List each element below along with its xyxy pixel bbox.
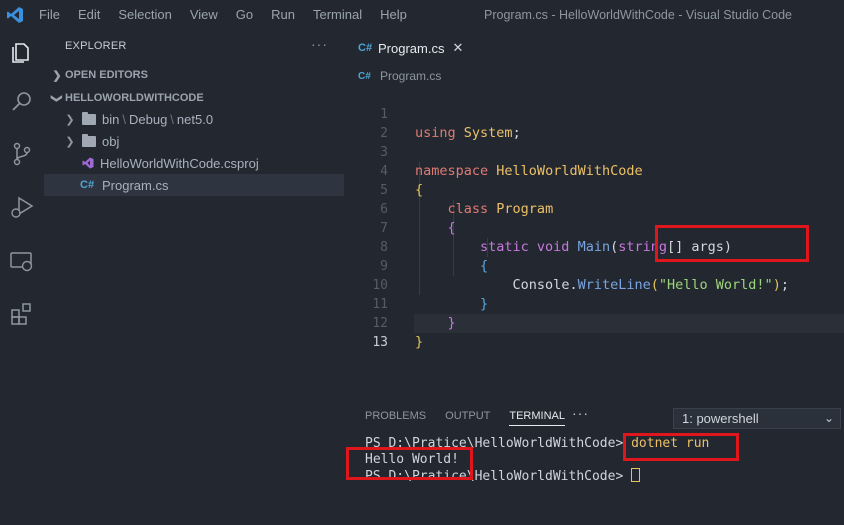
run-debug-icon[interactable] bbox=[8, 193, 36, 221]
code-line: 6 { bbox=[344, 181, 844, 236]
explorer-title: EXPLORER bbox=[65, 40, 127, 52]
code-line: 12 } bbox=[344, 295, 844, 350]
code-line: 1 using System; bbox=[344, 86, 844, 141]
close-icon[interactable]: ✕ bbox=[452, 40, 463, 56]
path-separator: \ bbox=[170, 111, 174, 127]
window-title: Program.cs - HelloWorldWithCode - Visual… bbox=[484, 8, 792, 22]
explorer-icon[interactable] bbox=[8, 38, 36, 66]
terminal-select[interactable]: 1: powershell ⌄ bbox=[673, 408, 841, 429]
chevron-right-icon: ❯ bbox=[65, 135, 75, 148]
code-line: 5 class Program bbox=[344, 162, 844, 217]
source-control-icon[interactable] bbox=[8, 140, 36, 168]
chevron-right-icon: ❯ bbox=[65, 113, 75, 126]
menu-edit[interactable]: Edit bbox=[69, 0, 109, 30]
search-icon[interactable] bbox=[8, 88, 36, 116]
vscode-logo-icon bbox=[7, 7, 23, 23]
menu-terminal[interactable]: Terminal bbox=[304, 0, 371, 30]
terminal-cursor bbox=[631, 468, 641, 482]
breadcrumb[interactable]: C# Program.cs bbox=[358, 66, 441, 86]
tab-label: Program.cs bbox=[378, 40, 445, 56]
tree-label-bin: bin bbox=[102, 111, 120, 127]
code-line: 7 static void Main(string[] args) bbox=[344, 200, 844, 255]
menu-file[interactable]: File bbox=[30, 0, 69, 30]
tree-item-bin[interactable]: ❯ bin \ Debug \ net5.0 bbox=[44, 108, 344, 130]
tab-terminal[interactable]: TERMINAL bbox=[509, 410, 565, 426]
terminal-select-value: 1: powershell bbox=[682, 411, 759, 426]
chevron-down-icon: ❯ bbox=[50, 93, 63, 103]
visual-studio-file-icon bbox=[82, 157, 94, 169]
breadcrumb-file: Program.cs bbox=[380, 69, 442, 83]
highlight-box-command bbox=[623, 433, 739, 461]
highlight-box-output bbox=[346, 447, 473, 480]
csharp-file-icon: C# bbox=[358, 42, 373, 54]
csharp-file-icon: C# bbox=[358, 70, 371, 82]
code-line: 4 { bbox=[344, 143, 844, 198]
panel-tabs: PROBLEMS OUTPUT TERMINAL bbox=[365, 410, 584, 426]
project-label: HELLOWORLDWITHCODE bbox=[65, 92, 204, 104]
tree-item-program[interactable]: C# Program.cs bbox=[44, 174, 344, 196]
project-section[interactable]: ❯ HELLOWORLDWITHCODE bbox=[50, 87, 344, 109]
menu-selection[interactable]: Selection bbox=[109, 0, 180, 30]
activity-bar bbox=[0, 30, 44, 525]
explorer-sidebar: EXPLORER ··· ❯ OPEN EDITORS ❯ HELLOWORLD… bbox=[44, 30, 344, 525]
tree-item-csproj[interactable]: HelloWorldWithCode.csproj bbox=[44, 152, 344, 174]
menu-help[interactable]: Help bbox=[371, 0, 416, 30]
path-separator: \ bbox=[122, 111, 126, 127]
folder-icon bbox=[82, 133, 96, 147]
tree-label-net: net5.0 bbox=[176, 111, 214, 127]
extensions-icon[interactable] bbox=[8, 300, 36, 328]
csharp-file-icon: C# bbox=[80, 179, 95, 191]
open-editors-section[interactable]: ❯ OPEN EDITORS bbox=[50, 64, 344, 86]
chevron-right-icon: ❯ bbox=[52, 69, 62, 82]
panel-more-icon[interactable]: ··· bbox=[572, 405, 589, 421]
tab-program-cs[interactable]: C# Program.cs ✕ bbox=[344, 30, 466, 65]
explorer-more-icon[interactable]: ··· bbox=[311, 36, 328, 52]
tree-label-csproj: HelloWorldWithCode.csproj bbox=[100, 155, 259, 171]
menu-bar: File Edit Selection View Go Run Terminal… bbox=[30, 0, 416, 30]
menu-run[interactable]: Run bbox=[262, 0, 304, 30]
highlight-box-string bbox=[655, 225, 809, 262]
tab-problems[interactable]: PROBLEMS bbox=[365, 410, 426, 426]
tree-label-program: Program.cs bbox=[102, 177, 169, 193]
menu-view[interactable]: View bbox=[181, 0, 227, 30]
code-line: 2 bbox=[344, 105, 844, 141]
remote-explorer-icon[interactable] bbox=[8, 248, 36, 276]
code-line: 3 namespace HelloWorldWithCode bbox=[344, 124, 844, 179]
tree-item-obj[interactable]: ❯ obj bbox=[44, 130, 344, 152]
menu-go[interactable]: Go bbox=[227, 0, 262, 30]
chevron-down-icon: ⌄ bbox=[823, 411, 834, 425]
line-number: 13 bbox=[372, 335, 388, 350]
tab-output[interactable]: OUTPUT bbox=[445, 410, 490, 426]
folder-icon bbox=[82, 111, 96, 125]
code-line: 11 } bbox=[344, 276, 844, 331]
open-editors-label: OPEN EDITORS bbox=[65, 69, 148, 81]
title-bar: File Edit Selection View Go Run Terminal… bbox=[0, 0, 844, 30]
editor-tabs: C# Program.cs ✕ bbox=[344, 30, 844, 65]
tree-label-obj: obj bbox=[102, 133, 120, 149]
code-line: 13 bbox=[344, 314, 844, 350]
tree-label-debug: Debug bbox=[128, 111, 168, 127]
